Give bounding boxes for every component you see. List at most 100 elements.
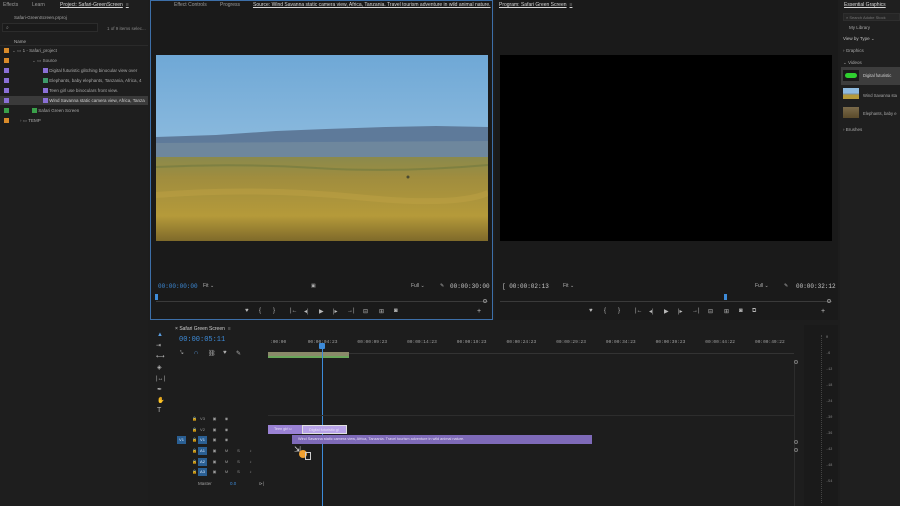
solo-icon[interactable]: S — [234, 447, 243, 455]
program-scrubber[interactable] — [500, 296, 832, 302]
project-search-bar[interactable]: ⌕ — [2, 23, 98, 32]
marker-icon[interactable]: ♥ — [589, 308, 593, 314]
add-button-icon[interactable]: + — [821, 308, 825, 315]
play-icon[interactable]: ▶ — [319, 308, 324, 315]
overwrite-icon[interactable]: ⊞ — [379, 308, 384, 315]
program-timecode[interactable]: [ 00:00:02:13 — [502, 283, 549, 290]
marker-icon[interactable]: ♥ — [245, 308, 249, 314]
col-name-header[interactable]: Name — [14, 37, 26, 46]
mute-icon[interactable]: M — [222, 468, 231, 476]
tab-effect-controls[interactable]: Effect Controls — [174, 0, 207, 10]
wrench-icon[interactable]: ✎ — [440, 283, 444, 289]
wrench-icon[interactable]: ✎ — [784, 283, 788, 289]
voice-over-icon[interactable]: ♪ — [246, 447, 255, 455]
play-icon[interactable]: ▶ — [664, 308, 669, 315]
eye-icon[interactable]: ◉ — [222, 436, 231, 444]
chevron-right-icon[interactable]: › — [20, 118, 22, 123]
track-target[interactable]: A2 — [198, 457, 207, 466]
solo-icon[interactable]: S — [234, 458, 243, 466]
menu-icon[interactable]: ≡ — [228, 326, 231, 332]
timeline-settings-icon[interactable]: ✎ — [236, 350, 241, 357]
extract-icon[interactable]: ⊞ — [724, 308, 729, 315]
solo-icon[interactable]: S — [234, 468, 243, 476]
timeline-vscroll[interactable] — [794, 360, 798, 506]
lift-icon[interactable]: ⊟ — [708, 308, 713, 315]
type-tool-icon[interactable]: T — [157, 407, 161, 415]
go-to-out-icon[interactable]: →| — [692, 308, 700, 314]
chevron-down-icon[interactable]: ⌄ — [12, 48, 16, 53]
library-dropdown[interactable]: My Library — [849, 23, 870, 32]
track-target[interactable]: A1 — [198, 447, 207, 455]
close-icon[interactable]: × — [175, 326, 178, 332]
sync-lock-icon[interactable]: ▣ — [210, 436, 219, 444]
list-item[interactable]: Digital futuristic glitching binocular v… — [0, 66, 148, 75]
settings-icon[interactable]: ▣ — [311, 283, 316, 289]
eye-icon[interactable]: ◉ — [222, 415, 231, 423]
mute-icon[interactable]: M — [222, 447, 231, 455]
selection-tool-icon[interactable]: ▲ — [157, 331, 163, 339]
list-item[interactable]: › ▭ TEMP — [0, 116, 148, 125]
program-full-dropdown[interactable]: Full ⌄ — [755, 283, 769, 289]
program-playhead-marker[interactable] — [724, 294, 727, 300]
source-patch-v1[interactable]: V1 — [177, 436, 186, 444]
track-target[interactable]: V3 — [198, 415, 207, 423]
clip-wind-savanna[interactable]: Wind Savanna static camera view, Africa,… — [292, 435, 592, 444]
menu-icon[interactable]: ≡ — [570, 2, 573, 8]
graphics-section[interactable]: › Graphics — [843, 46, 864, 55]
chevron-down-icon[interactable]: ⌄ — [32, 58, 36, 63]
source-timecode[interactable]: 00:00:00:00 — [158, 283, 198, 290]
tab-timeline[interactable]: × Safari Green Screen ≡ — [175, 325, 231, 333]
track-select-icon[interactable]: ⇥ — [156, 342, 161, 350]
track-target-v1[interactable]: V1 — [198, 436, 207, 444]
playhead-marker[interactable] — [155, 294, 158, 300]
add-button-icon[interactable]: + — [477, 308, 481, 315]
nest-icon[interactable]: ⤥ — [180, 350, 183, 357]
track-target[interactable]: V2 — [198, 426, 207, 434]
mute-icon[interactable]: M — [222, 458, 231, 466]
master-volume[interactable]: 0.0 — [230, 480, 236, 488]
go-to-out-icon[interactable]: →| — [347, 308, 355, 314]
tab-program[interactable]: Program: Safari Green Screen ≡ — [499, 0, 572, 10]
razor-icon[interactable]: ◈ — [157, 364, 162, 372]
list-item-selected[interactable]: Wind Savanna static camera view, Africa,… — [0, 96, 148, 105]
program-scroll-end[interactable] — [827, 299, 831, 303]
sync-lock-icon[interactable]: ▣ — [210, 447, 219, 455]
brushes-section[interactable]: › Brushes — [843, 125, 862, 134]
timeline-timecode[interactable]: 00:00:05:11 — [179, 336, 225, 344]
list-item[interactable]: ⌄ ▭ 1 - Safari_project — [0, 46, 148, 55]
snap-icon[interactable]: ∩ — [194, 350, 198, 356]
list-item[interactable]: Safari Green Screen — [0, 106, 148, 115]
step-back-icon[interactable]: ◂| — [649, 308, 654, 315]
clip-digital-futuristic[interactable]: Digital futuristic gl — [302, 425, 347, 434]
go-to-in-icon[interactable]: |← — [635, 308, 643, 314]
mark-in-icon[interactable]: { — [259, 308, 261, 314]
camera-icon[interactable]: ◙ — [394, 308, 398, 314]
list-item[interactable]: Teen girl use binoculars front view. — [0, 86, 148, 95]
compare-icon[interactable]: ⧉ — [752, 308, 756, 315]
eg-item-label[interactable]: Wind Savanna sta — [863, 91, 897, 100]
linked-selection-icon[interactable]: ⛓ — [208, 350, 216, 357]
menu-icon[interactable]: ≡ — [126, 2, 129, 8]
list-item[interactable]: Elephants, baby elephants, Tanzania, Afr… — [0, 76, 148, 85]
tab-essential-graphics[interactable]: Essential Graphics — [844, 0, 886, 10]
clip-teen-girl[interactable]: Teen girl u — [268, 425, 302, 434]
sync-lock-icon[interactable]: ▣ — [210, 415, 219, 423]
track-target[interactable]: A3 — [198, 468, 207, 476]
source-full-dropdown[interactable]: Full ⌄ — [411, 283, 425, 289]
sync-lock-icon[interactable]: ▣ — [210, 426, 219, 434]
tab-progress[interactable]: Progress — [220, 0, 240, 10]
step-forward-icon[interactable]: |▸ — [678, 308, 683, 315]
view-by-dropdown[interactable]: View by Type ⌄ — [843, 34, 875, 43]
source-fit-dropdown[interactable]: Fit ⌄ — [203, 283, 214, 289]
add-marker-icon[interactable]: ♥ — [223, 350, 227, 356]
go-to-in-icon[interactable]: |← — [290, 308, 298, 314]
scroll-handle-icon[interactable] — [794, 440, 798, 444]
scroll-handle-icon[interactable] — [794, 360, 798, 364]
step-back-icon[interactable]: ◂| — [304, 308, 309, 315]
list-item[interactable]: ⌄ ▭ Source — [0, 56, 148, 65]
mark-out-icon[interactable]: } — [273, 308, 275, 314]
voice-over-icon[interactable]: ♪ — [246, 468, 255, 476]
pen-icon[interactable]: ✒ — [157, 386, 162, 394]
eye-icon[interactable]: ◉ — [222, 426, 231, 434]
tab-learn[interactable]: Learn — [32, 0, 45, 10]
